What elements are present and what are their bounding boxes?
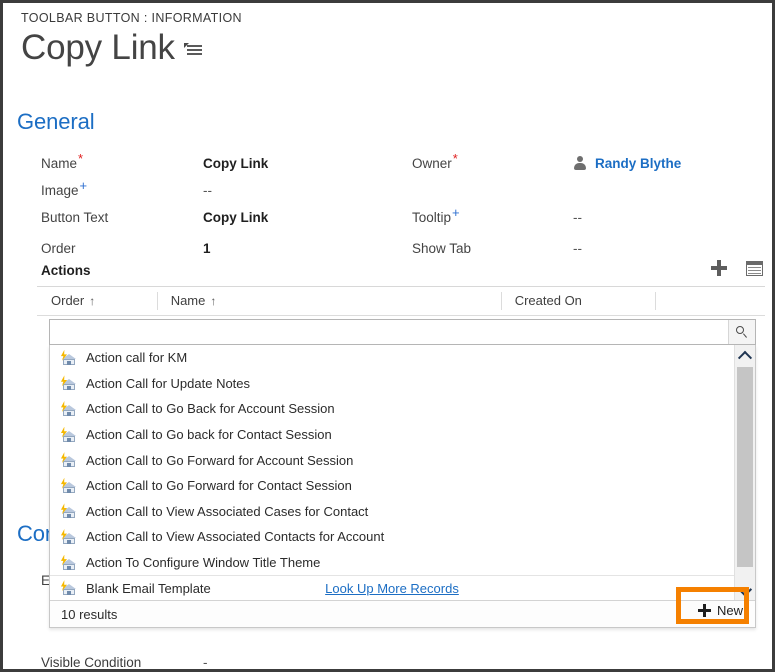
field-visible-condition: Visible Condition --: [41, 655, 208, 670]
field-tooltip: Tooltip+ --: [412, 206, 582, 226]
field-name-value[interactable]: Copy Link: [203, 156, 268, 171]
field-image: Image+ --: [41, 179, 212, 199]
action-call-icon: [60, 426, 77, 443]
form-selector-icon[interactable]: [183, 43, 204, 59]
list-item-label: Action To Configure Window Title Theme: [86, 555, 321, 571]
scrollbar-thumb[interactable]: [737, 367, 753, 567]
required-marker: *: [452, 150, 458, 166]
sort-asc-icon: ↑: [210, 294, 217, 308]
plus-icon: [697, 604, 711, 617]
field-order: Order 1: [41, 241, 211, 256]
title-row: Copy Link: [21, 26, 762, 70]
column-header-blank[interactable]: [655, 287, 765, 315]
look-up-more-records-label: Look Up More Records: [325, 580, 459, 596]
field-show-tab: Show Tab --: [412, 241, 582, 256]
list-item[interactable]: Action call for KM: [50, 345, 734, 371]
list-item-label: Action Call to Go Back for Account Sessi…: [86, 401, 335, 417]
action-call-icon: [60, 452, 77, 468]
lookup-search-input[interactable]: [50, 321, 728, 343]
action-call-icon: [60, 400, 77, 417]
actions-subgrid: Order ↑ Name ↑ Created On: [37, 286, 765, 316]
action-call-icon: [60, 503, 77, 519]
column-header-order-label: Order: [51, 293, 85, 308]
dropdown-scrollbar[interactable]: [734, 345, 755, 600]
action-call-icon: [60, 554, 77, 571]
field-button-text-value[interactable]: Copy Link: [203, 210, 268, 225]
form-header: TOOLBAR BUTTON : INFORMATION Copy Link: [21, 11, 762, 70]
field-visible-condition-value[interactable]: --: [203, 655, 208, 669]
lookup-results-list: Action call for KM Action Call for Updat…: [50, 345, 734, 600]
field-show-tab-label: Show Tab: [412, 241, 472, 256]
field-tooltip-value[interactable]: --: [573, 210, 582, 225]
field-tooltip-label: Tooltip: [412, 210, 452, 225]
breadcrumb: TOOLBAR BUTTON : INFORMATION: [21, 11, 242, 25]
column-header-created-on-label: Created On: [514, 293, 582, 308]
subgrid-header-row: Order ↑ Name ↑ Created On: [37, 287, 765, 316]
field-owner: Owner* Randy Blythe: [412, 152, 681, 172]
list-item-label: Action Call to View Associated Contacts …: [86, 529, 385, 545]
page-title: Copy Link: [21, 28, 175, 67]
sort-asc-icon: ↑: [89, 294, 96, 308]
list-item-label: Action Call to Go back for Contact Sessi…: [86, 427, 332, 443]
magnifier-icon: [735, 325, 749, 339]
new-button-label: New: [716, 603, 743, 618]
actions-subgrid-label: Actions: [41, 263, 91, 278]
chevron-up-icon[interactable]: [735, 345, 755, 365]
plus-icon[interactable]: [710, 259, 728, 277]
field-name: Name* Copy Link: [41, 152, 268, 172]
field-button-text-label: Button Text: [41, 210, 109, 225]
field-order-value[interactable]: 1: [203, 241, 211, 256]
new-button[interactable]: New: [697, 603, 743, 618]
field-image-label: Image: [41, 183, 79, 198]
column-header-name[interactable]: Name ↑: [156, 287, 501, 315]
column-header-name-label: Name: [170, 293, 206, 308]
field-name-label: Name: [41, 156, 78, 171]
action-call-icon: [60, 528, 77, 545]
list-item[interactable]: Action Call to Go Forward for Contact Se…: [50, 473, 734, 499]
list-item[interactable]: Action Call to Go Back for Account Sessi…: [50, 396, 734, 422]
field-order-label: Order: [41, 241, 76, 256]
optional-marker: +: [79, 177, 88, 193]
field-image-value[interactable]: --: [203, 183, 212, 198]
list-item-label: Action Call to Go Forward for Account Se…: [86, 452, 354, 468]
list-item[interactable]: Action Call to Go Forward for Account Se…: [50, 447, 734, 473]
list-item-label: Action call for KM: [86, 350, 188, 366]
person-icon: [573, 156, 586, 170]
list-item[interactable]: Action To Configure Window Title Theme: [50, 550, 734, 576]
column-header-created-on[interactable]: Created On: [500, 287, 656, 315]
list-item-label: Action Call for Update Notes: [86, 375, 251, 391]
list-item-label: Action Call to View Associated Cases for…: [86, 503, 369, 519]
actions-subgrid-toolbar: [710, 259, 763, 277]
general-section-title: General: [17, 109, 95, 134]
list-item-label: Action Call to Go Forward for Contact Se…: [86, 478, 352, 494]
lookup-search-button[interactable]: [728, 320, 755, 344]
record-form-window: TOOLBAR BUTTON : INFORMATION Copy Link G…: [0, 0, 775, 672]
field-owner-label: Owner: [412, 156, 452, 171]
look-up-more-records-link[interactable]: Look Up More Records: [50, 575, 734, 600]
action-call-icon: [60, 349, 77, 366]
list-item[interactable]: Action Call to View Associated Contacts …: [50, 524, 734, 550]
list-item[interactable]: Action Call to View Associated Cases for…: [50, 499, 734, 525]
list-item[interactable]: Action Call to Go back for Contact Sessi…: [50, 422, 734, 448]
lookup-results-dropdown: Action call for KM Action Call for Updat…: [49, 345, 756, 628]
field-visible-condition-label: Visible Condition: [41, 655, 142, 670]
results-count: 10 results: [61, 606, 118, 622]
field-show-tab-value[interactable]: --: [573, 241, 582, 256]
dropdown-footer: 10 results: [50, 600, 755, 627]
required-marker: *: [78, 150, 84, 166]
action-call-icon: [60, 477, 77, 494]
lookup-search-box[interactable]: [49, 319, 756, 345]
list-item[interactable]: Action Call for Update Notes: [50, 371, 734, 397]
column-header-order[interactable]: Order ↑: [37, 287, 157, 315]
optional-marker: +: [452, 204, 460, 220]
field-button-text: Button Text Copy Link: [41, 210, 268, 225]
action-call-icon: [60, 375, 77, 391]
field-owner-value[interactable]: Randy Blythe: [595, 156, 681, 171]
grid-view-icon[interactable]: [746, 260, 763, 276]
